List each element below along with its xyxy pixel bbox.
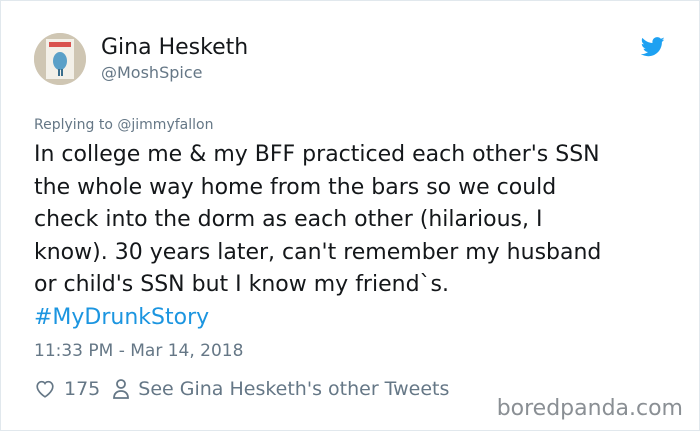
heart-icon[interactable] bbox=[34, 378, 56, 400]
replying-to-line: Replying to @jimmyfallon bbox=[34, 117, 213, 133]
avatar[interactable] bbox=[34, 33, 86, 85]
hashtag-link[interactable]: #MyDrunkStory bbox=[34, 305, 209, 330]
tweet-text-line: or child's SSN but I know my friend`s. bbox=[34, 272, 449, 297]
watermark: boredpanda.com bbox=[496, 396, 683, 421]
tweet-text: In college me & my BFF practiced each ot… bbox=[34, 139, 674, 334]
replying-to-handle-link[interactable]: @jimmyfallon bbox=[117, 117, 213, 133]
like-count[interactable]: 175 bbox=[64, 378, 100, 400]
person-icon[interactable] bbox=[112, 378, 130, 400]
tweet-text-line: check into the dorm as each other (hilar… bbox=[34, 207, 543, 232]
tweet-timestamp[interactable]: 11:33 PM - Mar 14, 2018 bbox=[34, 341, 243, 361]
tweet-text-line: know). 30 years later, can't remember my… bbox=[34, 239, 602, 265]
tweet-text-line: the whole way home from the bars so we c… bbox=[34, 174, 557, 200]
author-name[interactable]: Gina Hesketh bbox=[101, 35, 248, 60]
tweet-actions: 175 See Gina Hesketh's other Tweets bbox=[34, 376, 449, 402]
see-other-tweets-link[interactable]: See Gina Hesketh's other Tweets bbox=[138, 378, 449, 400]
tweet-text-line: In college me & my BFF practiced each ot… bbox=[34, 142, 600, 167]
author-handle[interactable]: @MoshSpice bbox=[101, 63, 202, 82]
replying-to-prefix: Replying to bbox=[34, 117, 113, 133]
tweet-card: Gina Hesketh @MoshSpice Replying to @jim… bbox=[0, 0, 700, 431]
twitter-bird-icon[interactable] bbox=[640, 37, 665, 57]
